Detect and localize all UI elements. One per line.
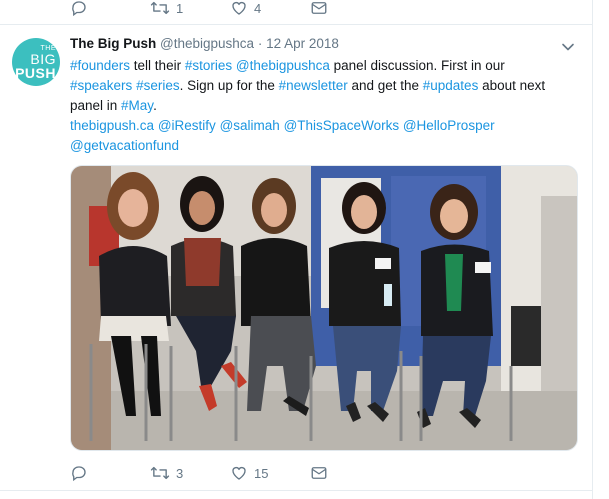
tweet-text-segment: and get the <box>347 78 423 93</box>
tweet-text-segment: panel discussion. First in our <box>329 58 505 73</box>
tweet-text-segment: . <box>153 98 157 113</box>
like-button[interactable]: 4 <box>230 0 310 17</box>
retweet-count: 1 <box>176 0 184 16</box>
mention-link[interactable]: @iRestify <box>158 118 216 133</box>
hashtag-link[interactable]: #stories <box>185 58 232 73</box>
like-button[interactable]: 15 <box>230 464 310 482</box>
tweet-action-bar: 3 15 <box>70 461 390 485</box>
hashtag-link[interactable]: #newsletter <box>279 78 348 93</box>
user-handle[interactable]: @thebigpushca <box>160 36 254 51</box>
panel-photo-image <box>71 166 577 450</box>
retweet-button[interactable]: 3 <box>150 464 230 482</box>
hashtag-link[interactable]: #speakers <box>70 78 132 93</box>
retweet-icon <box>150 464 170 482</box>
direct-message-button[interactable] <box>310 464 390 482</box>
reply-button[interactable] <box>70 464 150 482</box>
hashtag-link[interactable]: #founders <box>70 58 130 73</box>
heart-icon <box>230 464 248 482</box>
tweet-timestamp[interactable]: 12 Apr 2018 <box>266 36 339 51</box>
tweet-text: #founders tell their #stories @thebigpus… <box>70 56 580 156</box>
hashtag-link[interactable]: #updates <box>423 78 479 93</box>
url-link[interactable]: thebigpush.ca <box>70 118 154 133</box>
display-name[interactable]: The Big Push <box>70 36 156 51</box>
mention-link[interactable]: @ThisSpaceWorks <box>284 118 400 133</box>
heart-icon <box>230 0 248 17</box>
tweet-text-segment: tell their <box>130 58 185 73</box>
reply-icon <box>70 0 88 17</box>
timeline-right-border <box>592 0 593 499</box>
tweet-text-segment: . Sign up for the <box>179 78 279 93</box>
mention-link[interactable]: @HelloProsper <box>403 118 495 133</box>
hashtag-link[interactable]: #series <box>136 78 180 93</box>
tweet-divider <box>0 490 592 491</box>
tweet-divider <box>0 24 592 25</box>
avatar-text-big: BIG <box>30 50 56 67</box>
tweet-text-segment: about next <box>478 78 546 93</box>
avatar[interactable]: THE BIG PUSH <box>12 38 60 86</box>
reply-button[interactable] <box>70 0 150 17</box>
envelope-icon <box>310 0 328 17</box>
retweet-icon <box>150 0 170 17</box>
retweet-button[interactable]: 1 <box>150 0 230 17</box>
direct-message-button[interactable] <box>310 0 390 17</box>
reply-icon <box>70 464 88 482</box>
like-count: 15 <box>254 465 269 481</box>
avatar-text-push: PUSH <box>15 64 56 81</box>
envelope-icon <box>310 464 328 482</box>
mention-link[interactable]: @salimah <box>220 118 280 133</box>
previous-tweet-action-bar: 1 4 <box>70 0 390 20</box>
hashtag-link[interactable]: #May <box>121 98 153 113</box>
tweet-text-segment: panel in <box>70 98 122 113</box>
tweet-header: The Big Push @thebigpushca · 12 Apr 2018 <box>70 36 339 51</box>
mention-link[interactable]: @thebigpushca <box>236 58 330 73</box>
tweet-photo[interactable] <box>70 165 578 451</box>
retweet-count: 3 <box>176 465 184 481</box>
header-separator: · <box>257 36 263 51</box>
mention-link[interactable]: @getvacationfund <box>70 138 179 153</box>
like-count: 4 <box>254 0 262 16</box>
